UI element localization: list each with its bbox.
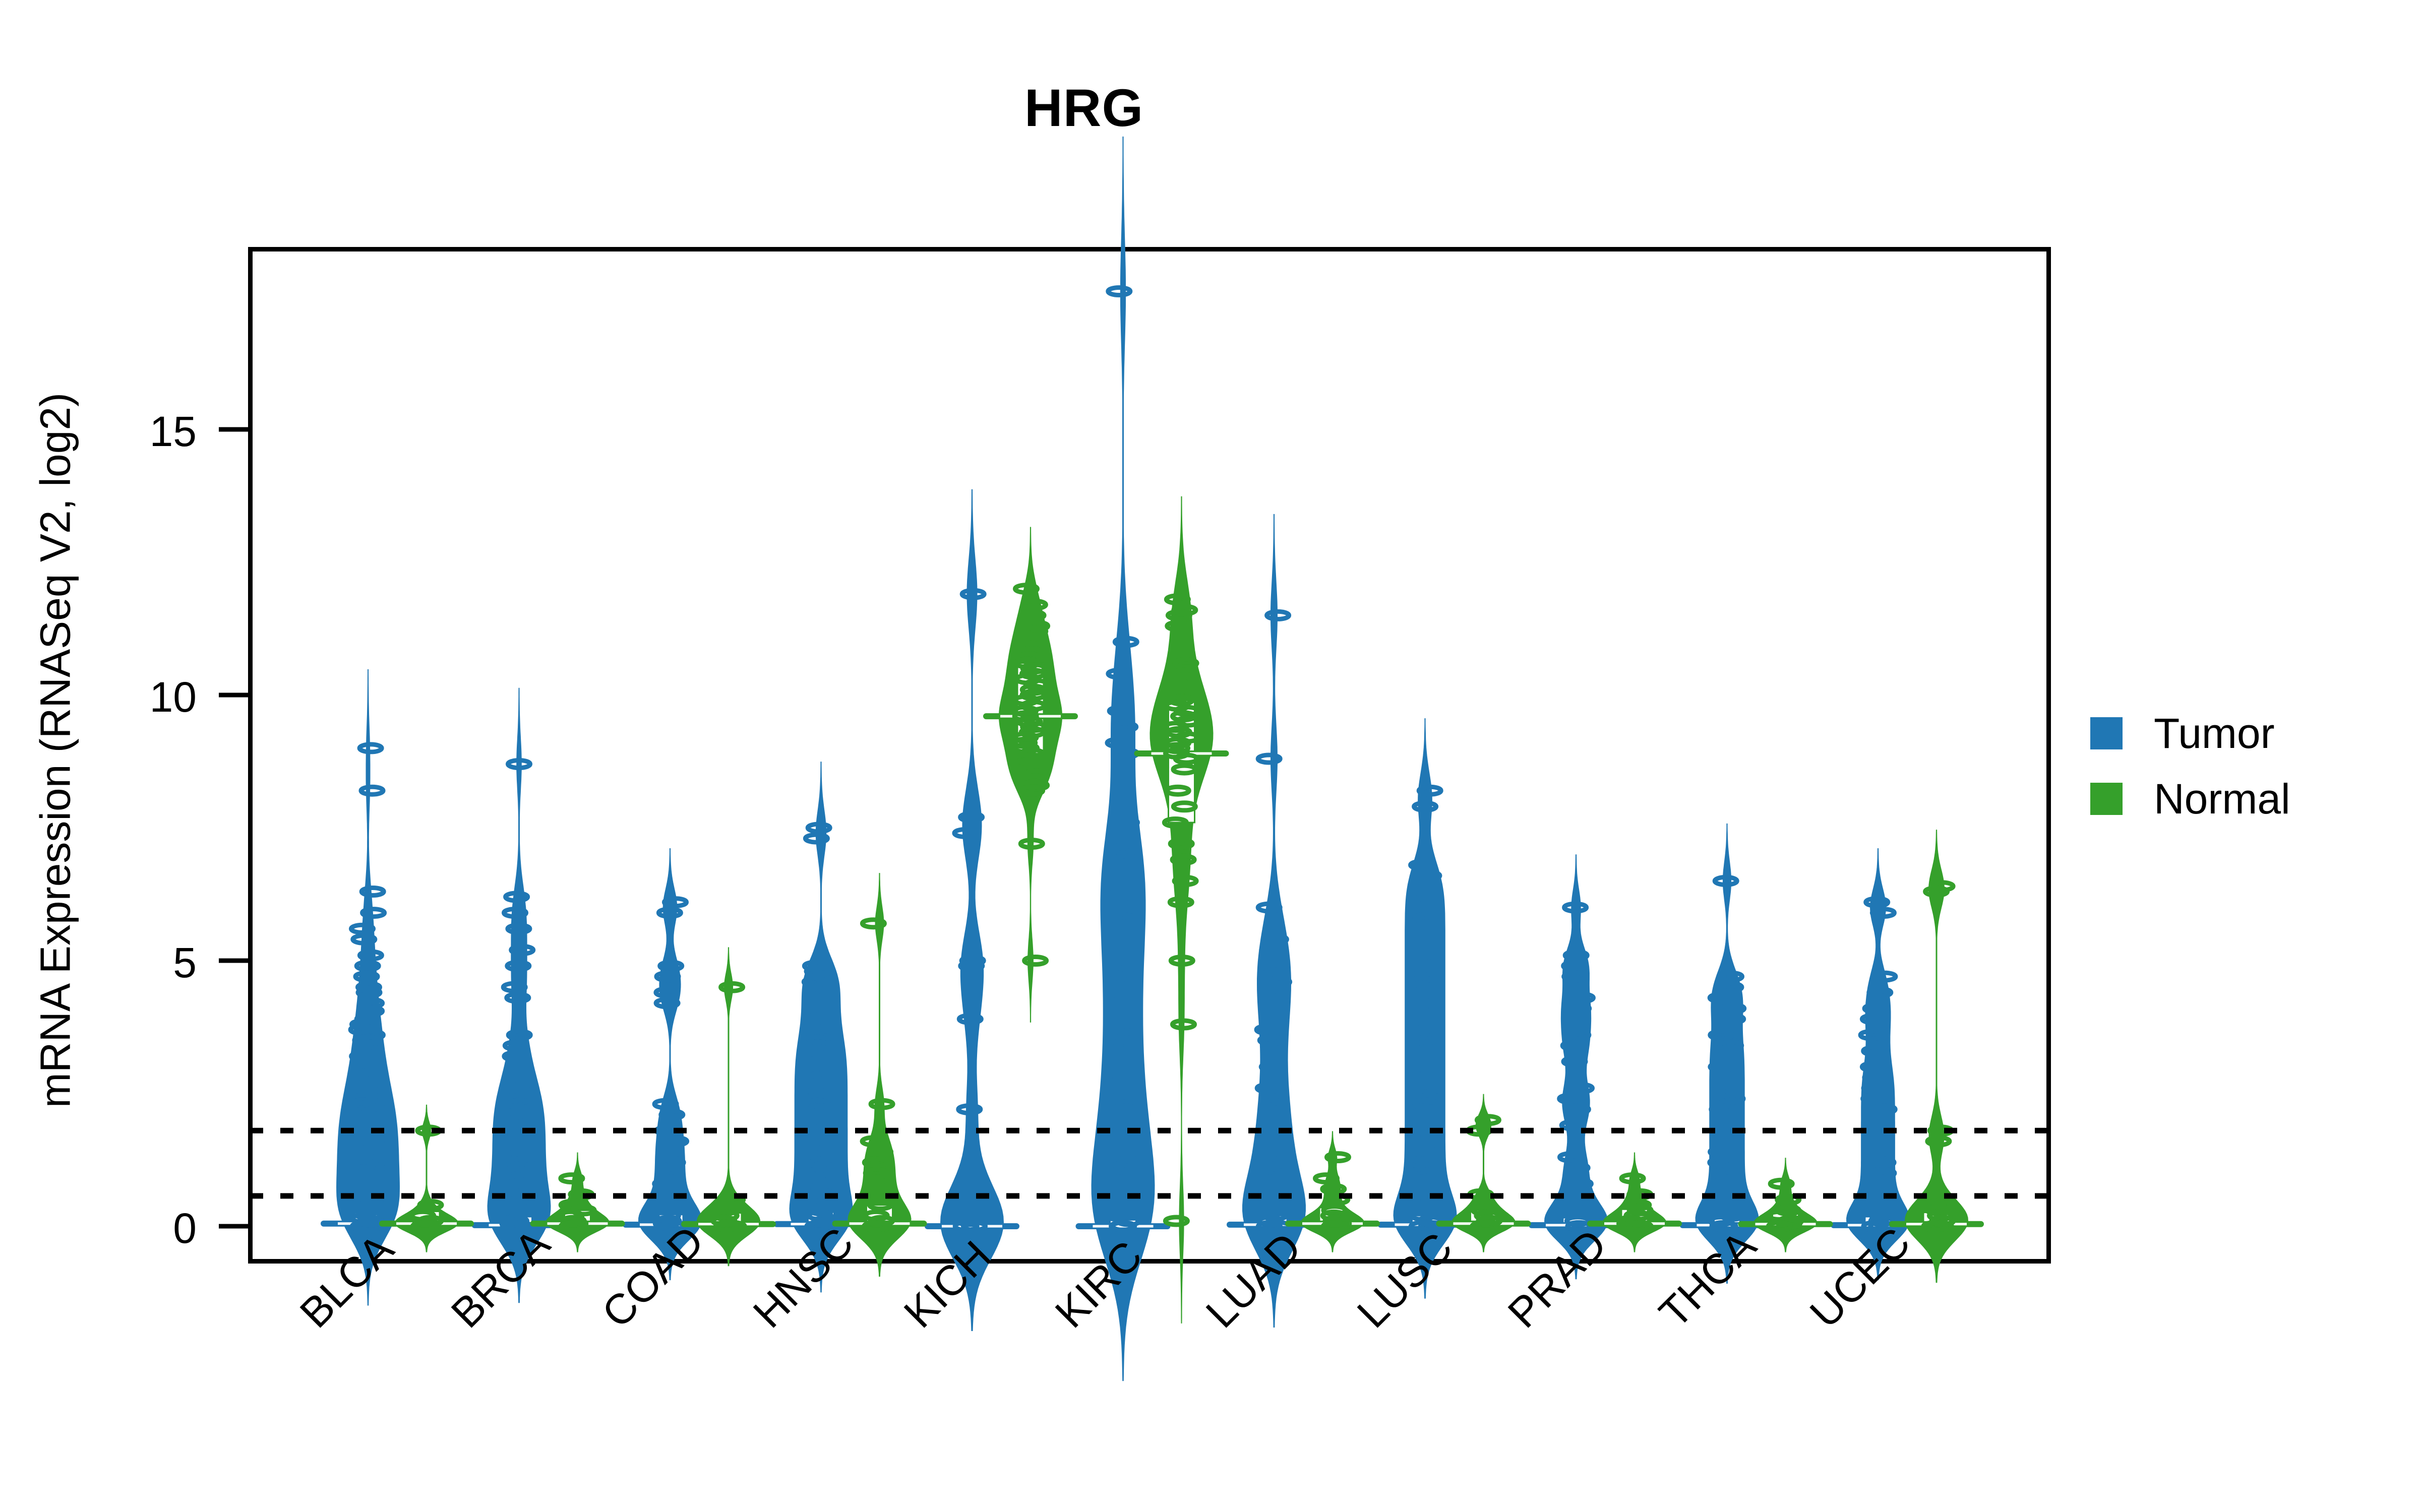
chart-canvas: HRG mRNA Expression (RNASeq V2, log2) 05… bbox=[0, 0, 2420, 1512]
y-tick-label: 5 bbox=[173, 939, 197, 986]
legend-label-normal: Normal bbox=[2154, 775, 2290, 823]
y-tick-label: 10 bbox=[149, 673, 197, 721]
legend-item-normal[interactable]: Normal bbox=[2090, 766, 2290, 832]
legend-swatch-tumor bbox=[2090, 717, 2123, 749]
y-tick-label: 0 bbox=[173, 1205, 197, 1252]
legend-label-tumor: Tumor bbox=[2154, 710, 2275, 757]
y-tick-label: 15 bbox=[149, 408, 197, 455]
chart-legend: Tumor Normal bbox=[2090, 701, 2290, 832]
legend-item-tumor[interactable]: Tumor bbox=[2090, 701, 2290, 766]
legend-swatch-normal bbox=[2090, 783, 2123, 815]
